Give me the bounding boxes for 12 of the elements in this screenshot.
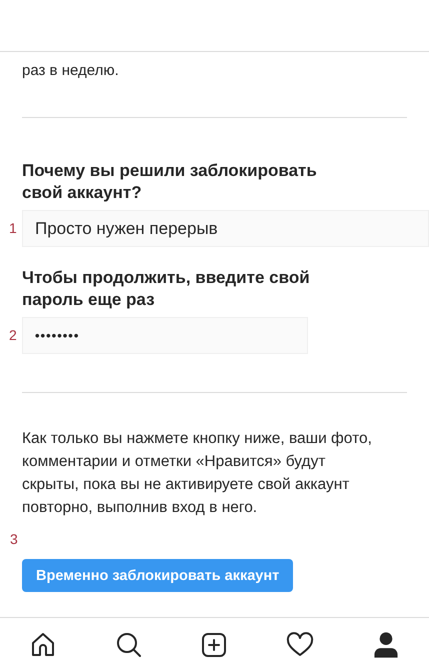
- heart-icon[interactable]: [286, 630, 314, 658]
- field-label: Почему вы решили заблокировать свой аккаунт?: [22, 160, 318, 204]
- notice-text: Как только вы нажмете кнопку ниже, ваши фото, комментарии и отметки «Нравится» будут скрыты, пока вы не активируете свой аккаунт повторно, выполнив вход в него.: [22, 429, 373, 518]
- add-icon[interactable]: [200, 630, 228, 658]
- step-number: 3: [10, 531, 19, 547]
- password-field[interactable]: ••••••••: [22, 317, 308, 354]
- text-line: раз в неделю.: [22, 62, 120, 79]
- step-number: 1: [9, 220, 17, 236]
- text-field[interactable]: Просто нужен перерыв: [22, 210, 429, 247]
- search-icon[interactable]: [114, 630, 143, 658]
- field-label: Чтобы продолжить, введите свой пароль еще раз: [22, 267, 311, 311]
- step-number: 2: [9, 327, 17, 343]
